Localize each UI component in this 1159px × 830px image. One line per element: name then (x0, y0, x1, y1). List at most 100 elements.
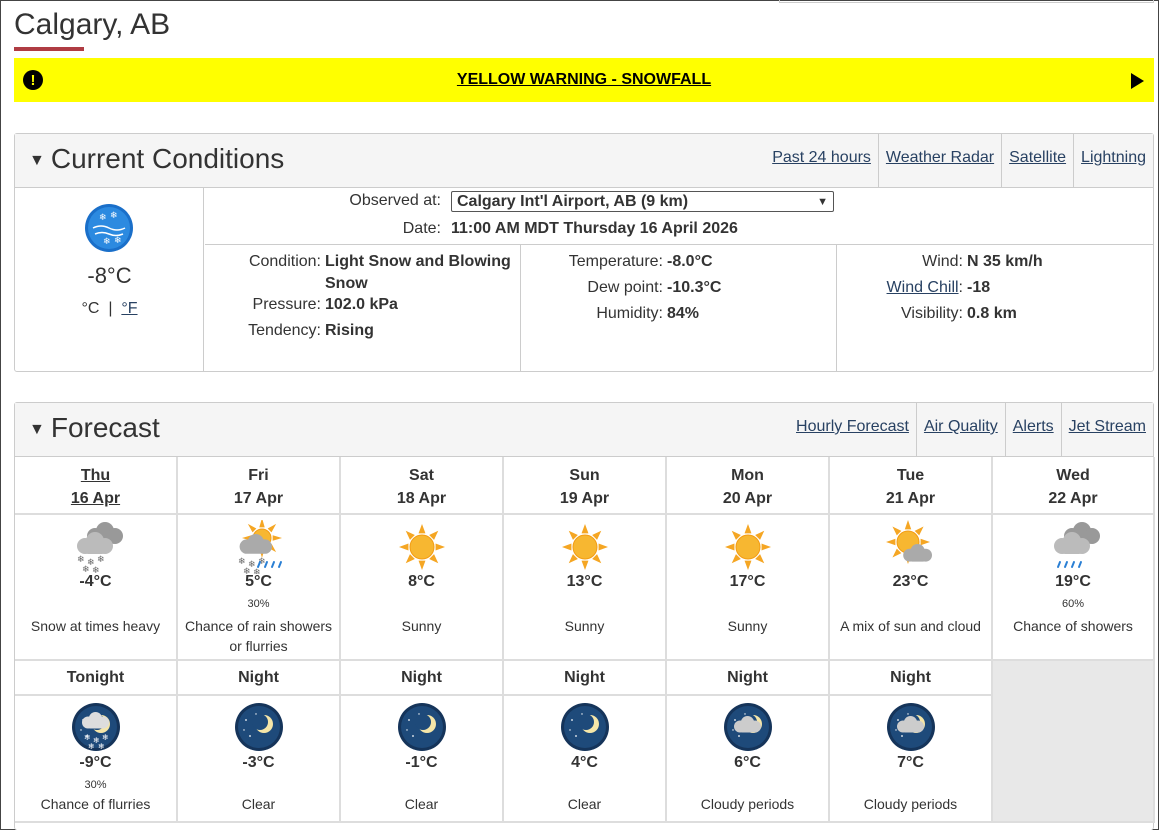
warning-banner[interactable]: ! YELLOW WARNING - SNOWFALL (14, 58, 1154, 102)
day-date: 17 Apr (233, 490, 284, 507)
day-temp: 13°C (566, 573, 603, 590)
link-past-24-hours[interactable]: Past 24 hours (765, 134, 878, 188)
play-arrow-icon[interactable] (1131, 73, 1144, 89)
forecast-links: Hourly Forecast Air Quality Alerts Jet S… (789, 403, 1153, 457)
link-air-quality[interactable]: Air Quality (915, 403, 1005, 457)
night-flurries-icon: ❄ ❄ ❄ ❄ ❄ (71, 702, 121, 752)
night-temp: -1°C (405, 754, 438, 771)
humidity-value: 84% (667, 305, 700, 322)
day-name: Thu (80, 467, 111, 484)
temperature-label: Temperature: (568, 253, 663, 270)
forecast-day-cell: ❄ ❄ ❄ ❄ ❄ 5°C 30% Chance of rain showers or flu… (178, 515, 341, 661)
day-temp: 5°C (245, 573, 272, 590)
svg-text:❄: ❄ (84, 733, 91, 742)
day-date: 22 Apr (1048, 490, 1098, 507)
forecast-day-cell: 19°C 60% Chance of showers (993, 515, 1155, 661)
link-jet-stream[interactable]: Jet Stream (1060, 403, 1153, 457)
night-temp: 7°C (897, 754, 924, 771)
current-conditions-title[interactable]: ▼ Current Conditions (29, 143, 284, 175)
link-lightning[interactable]: Lightning (1073, 134, 1153, 188)
link-hourly-forecast[interactable]: Hourly Forecast (789, 403, 916, 457)
empty-night-cell (993, 661, 1155, 823)
observed-row: Observed at: Calgary Int'l Airport, AB (… (205, 191, 834, 212)
night-summary: Clear (241, 796, 276, 812)
unit-fahrenheit-link[interactable]: °F (121, 300, 137, 317)
forecast-night-cell: ❄ ❄ ❄ ❄ ❄ -9°C 30% Chance of flurries (15, 696, 178, 823)
svg-text:❄: ❄ (99, 213, 107, 223)
station-value: Calgary Int'l Airport, AB (9 km) (457, 192, 689, 210)
page-title: Calgary, AB (14, 8, 171, 41)
day-date: 21 Apr (885, 490, 936, 507)
night-summary: Clear (404, 796, 439, 812)
forecast-night-cell: -3°C Clear (178, 696, 341, 823)
night-summary: Cloudy periods (863, 796, 958, 812)
day-pop: 60% (1061, 598, 1085, 610)
forecast-day-cell: ❄ ❄ ❄ ❄ ❄ -4°C Snow at times heavy (15, 515, 178, 661)
forecast-night-header: Tonight (15, 661, 178, 696)
link-satellite[interactable]: Satellite (1001, 134, 1073, 188)
title-underline (14, 47, 84, 51)
forecast-day-cell: 8°C Sunny (341, 515, 504, 661)
forecast-day-header: Mon 20 Apr (667, 457, 830, 515)
day-summary: Chance of showers (1013, 618, 1133, 634)
collapse-triangle-icon[interactable]: ▼ (29, 421, 45, 438)
forecast-day-header: Wed 22 Apr (993, 457, 1155, 515)
tendency-value: Rising (325, 322, 374, 339)
forecast-day-header: Fri 17 Apr (178, 457, 341, 515)
snow-blowing-icon: ❄ ❄ ❄ ❄ (84, 203, 134, 258)
forecast-day-header[interactable]: Thu 16 Apr (15, 457, 178, 515)
day-temp: -4°C (79, 573, 112, 590)
forecast-day-cell: 17°C Sunny (667, 515, 830, 661)
day-date: 19 Apr (559, 490, 610, 507)
day-date: 20 Apr (722, 490, 773, 507)
day-summary: Sunny (727, 618, 768, 634)
day-name: Sun (569, 467, 600, 484)
visibility-label: Visibility: (901, 305, 963, 322)
dewpoint-label: Dew point: (587, 279, 663, 296)
night-summary: Clear (567, 796, 602, 812)
unit-celsius: °C (81, 300, 100, 317)
day-temp: 8°C (408, 573, 435, 590)
humidity-label: Humidity: (596, 305, 663, 322)
wind-label: Wind: (922, 253, 963, 270)
forecast-day-header: Sat 18 Apr (341, 457, 504, 515)
night-summary: Chance of flurries (40, 796, 151, 812)
current-temp: -8°C (87, 263, 132, 288)
svg-text:❄: ❄ (238, 557, 246, 567)
wind-value: N 35 km/h (967, 253, 1043, 270)
current-conditions-header: ▼ Current Conditions Past 24 hours Weathe… (15, 134, 1153, 188)
collapse-triangle-icon[interactable]: ▼ (29, 152, 45, 169)
day-name: Fri (248, 467, 269, 484)
forecast-title[interactable]: ▼ Forecast (29, 412, 160, 444)
svg-text:❄: ❄ (102, 733, 109, 742)
link-alerts[interactable]: Alerts (1004, 403, 1061, 457)
forecast-panel: ▼ Forecast Hourly Forecast Air Quality Al… (14, 402, 1155, 830)
windchill-link[interactable]: Wind Chill (887, 279, 959, 296)
unit-toggle: °C | °F (81, 300, 138, 317)
forecast-day-cell: 13°C Sunny (504, 515, 667, 661)
moon-clear-icon (560, 702, 610, 752)
search-box-edge (779, 0, 1154, 3)
night-pop: 30% (84, 779, 107, 791)
day-summary: Sunny (401, 618, 442, 634)
station-select[interactable]: Calgary Int'l Airport, AB (9 km) ▼ (451, 191, 834, 212)
alert-icon: ! (23, 70, 43, 90)
windchill-value: -18 (967, 279, 991, 296)
night-temp: 6°C (734, 754, 761, 771)
day-name: Tue (896, 467, 925, 484)
sun-icon (395, 520, 449, 574)
conditions-column-3: Wind: N 35 km/h Wind Chill: -18 Visibili… (837, 245, 1153, 371)
warning-link[interactable]: YELLOW WARNING - SNOWFALL (457, 71, 711, 89)
sun-cloud-icon (884, 520, 938, 574)
day-date: 16 Apr (70, 490, 121, 507)
day-summary: Chance of rain showers or flurries (184, 618, 333, 654)
day-temp: 23°C (892, 573, 929, 590)
svg-text:❄: ❄ (98, 742, 105, 751)
link-weather-radar[interactable]: Weather Radar (877, 134, 1001, 188)
date-row: Date: 11:00 AM MDT Thursday 16 April 202… (205, 220, 738, 238)
day-pop: 30% (247, 598, 270, 610)
forecast-night-cell: -1°C Clear (341, 696, 504, 823)
forecast-night-cell: 4°C Clear (504, 696, 667, 823)
dewpoint-value: -10.3°C (667, 279, 722, 296)
svg-text:❄: ❄ (77, 555, 85, 565)
